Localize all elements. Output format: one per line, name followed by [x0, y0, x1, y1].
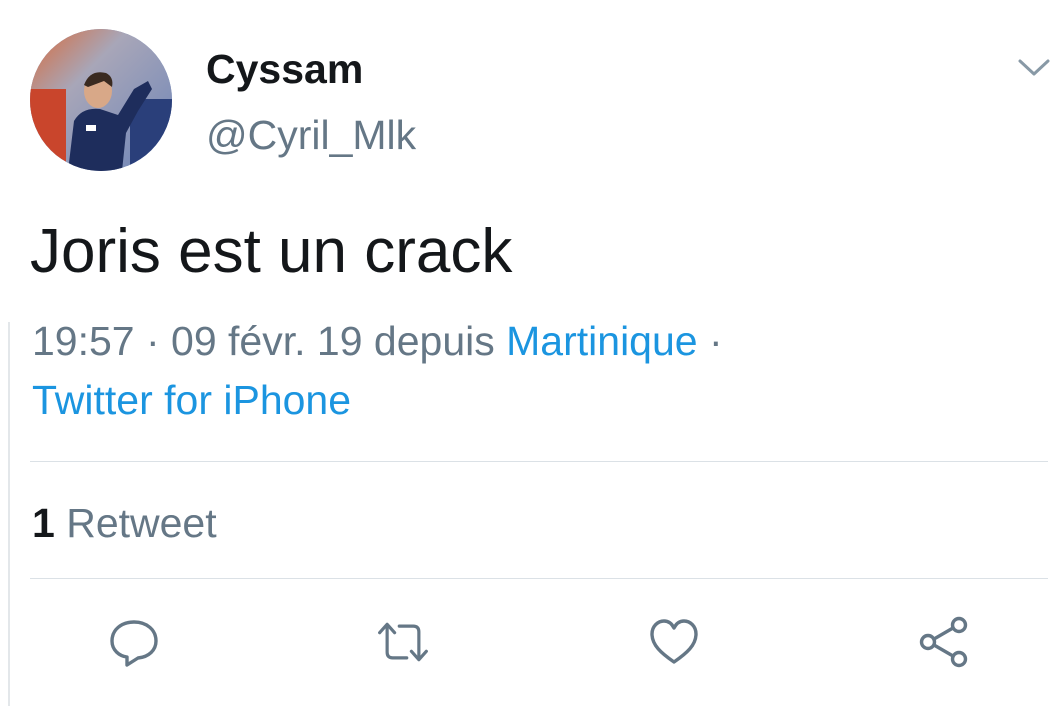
avatar[interactable]	[30, 29, 172, 171]
action-bar	[0, 580, 1060, 706]
retweet-icon[interactable]	[375, 614, 431, 670]
retweet-count: 1	[32, 500, 55, 546]
author-handle[interactable]: @Cyril_Mlk	[206, 110, 416, 160]
location-link[interactable]: Martinique	[506, 318, 697, 364]
reply-icon[interactable]	[106, 614, 162, 670]
retweet-label: Retweet	[66, 500, 217, 546]
meta-separator: ·	[697, 318, 723, 364]
source-link[interactable]: Twitter for iPhone	[32, 377, 351, 423]
divider	[30, 461, 1048, 462]
tweet-metadata: 19:57 · 09 févr. 19 depuis Martinique · …	[32, 312, 1032, 430]
tweet-text: Joris est un crack	[30, 217, 513, 286]
share-icon[interactable]	[916, 614, 972, 670]
retweet-stat[interactable]: 1 Retweet	[32, 498, 217, 548]
location-prefix: depuis	[373, 318, 495, 364]
meta-separator: ·	[134, 318, 172, 364]
tweet-date[interactable]: 09 févr. 19	[171, 318, 362, 364]
heart-icon[interactable]	[646, 614, 702, 670]
avatar-photo-icon	[30, 29, 172, 171]
chevron-down-icon[interactable]	[1012, 52, 1056, 82]
tweet-detail: Cyssam @Cyril_Mlk Joris est un crack 19:…	[0, 0, 1060, 706]
divider	[30, 578, 1048, 579]
author-display-name[interactable]: Cyssam	[206, 44, 363, 94]
tweet-time[interactable]: 19:57	[32, 318, 135, 364]
